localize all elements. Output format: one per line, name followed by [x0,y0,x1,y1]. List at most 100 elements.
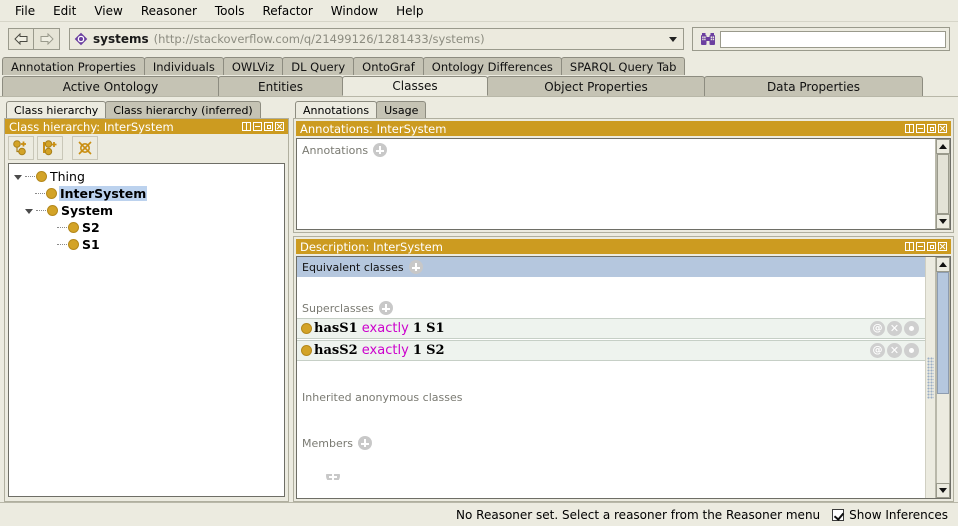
tab-entities[interactable]: Entities [218,76,343,96]
add-annotation-button[interactable] [373,143,388,157]
close-icon[interactable] [938,242,947,251]
add-subclass-button[interactable] [8,136,34,160]
show-inferences-toggle[interactable]: Show Inferences [832,508,948,522]
minimize-icon[interactable] [253,122,262,131]
tree-line [35,193,45,194]
split-window-icon[interactable] [905,242,914,251]
tree-node-system[interactable]: System [14,202,284,219]
close-icon[interactable] [275,122,284,131]
scroll-track[interactable] [936,272,950,483]
close-icon[interactable] [938,124,947,133]
tab-data-properties[interactable]: Data Properties [704,76,923,96]
scroll-thumb[interactable] [937,272,949,395]
main-content: Class hierarchy Class hierarchy (inferre… [0,96,958,502]
edit-icon[interactable] [904,343,919,358]
maximize-icon[interactable] [264,122,273,131]
section-partial-cutoff[interactable] [297,474,925,480]
section-superclasses[interactable]: Superclasses [297,297,925,317]
tab-sparql-query-tab[interactable]: SPARQL Query Tab [560,57,686,75]
menu-item-file[interactable]: File [6,2,44,20]
annotate-icon[interactable]: @ [870,321,885,336]
chevron-down-icon[interactable] [669,36,677,42]
delete-icon[interactable]: ✕ [887,321,902,336]
search-input[interactable] [720,30,946,48]
tab-ontology-differences[interactable]: Ontology Differences [422,57,562,75]
tab-usage[interactable]: Usage [376,101,427,118]
tab-individuals[interactable]: Individuals [143,57,224,75]
maximize-icon[interactable] [927,124,936,133]
expand-twisty-icon[interactable] [14,172,24,182]
add-sibling-class-button[interactable] [37,136,63,160]
tree-line [25,176,35,177]
annotate-icon[interactable]: @ [870,343,885,358]
superclass-row[interactable]: hasS2 exactly 1 S2 @ ✕ [297,340,925,361]
split-window-icon[interactable] [242,122,251,131]
class-hierarchy-tab-row: Class hierarchy Class hierarchy (inferre… [4,100,289,118]
tab-dl-query[interactable]: DL Query [282,57,355,75]
class-tree[interactable]: Thing InterSystem System S2 S1 [8,163,285,497]
menu-item-tools[interactable]: Tools [206,2,254,20]
superclass-row[interactable]: hasS1 exactly 1 S1 @ ✕ [297,318,925,339]
restriction-filler: S2 [426,343,445,358]
add-superclass-button[interactable] [378,301,393,315]
section-inherited-anonymous-classes[interactable]: Inherited anonymous classes [297,387,925,406]
ontology-icon [74,32,88,46]
scroll-track[interactable] [936,154,950,214]
tab-class-hierarchy[interactable]: Class hierarchy [6,101,107,118]
menu-item-view[interactable]: View [85,2,131,20]
scroll-up-button[interactable] [936,139,950,154]
restriction-cardinality: 1 [412,321,422,336]
tree-node-s2[interactable]: S2 [14,219,284,236]
restriction-keyword: exactly [361,321,409,336]
add-equivalent-class-button[interactable] [408,260,423,274]
tab-class-hierarchy-inferred[interactable]: Class hierarchy (inferred) [105,101,261,118]
description-scrollbar[interactable] [935,257,950,498]
search-box [692,27,950,51]
annotations-scrollbar[interactable] [935,139,950,229]
scroll-up-button[interactable] [936,257,950,272]
scroll-thumb[interactable] [937,154,949,214]
expand-twisty-icon[interactable] [25,206,35,216]
add-member-button[interactable] [357,436,372,450]
forward-button[interactable] [34,28,60,50]
resize-grip[interactable] [925,257,935,498]
minimize-icon[interactable] [916,242,925,251]
ontology-address-bar[interactable]: systems (http://stackoverflow.com/q/2149… [69,28,684,50]
menu-item-edit[interactable]: Edit [44,2,85,20]
scroll-down-button[interactable] [936,214,950,229]
tab-object-properties[interactable]: Object Properties [487,76,705,96]
tree-node-thing[interactable]: Thing [14,168,284,185]
class-hierarchy-title-bar: Class hierarchy: InterSystem [5,119,288,134]
section-label: Inherited anonymous classes [302,391,463,404]
tab-owlviz[interactable]: OWLViz [222,57,284,75]
menu-item-refactor[interactable]: Refactor [253,2,321,20]
minimize-icon[interactable] [916,124,925,133]
row-actions: @ ✕ [870,343,921,358]
description-content: Equivalent classes Superclasses hasS1 ex… [296,256,951,499]
show-inferences-checkbox[interactable] [832,508,845,521]
description-list[interactable]: Equivalent classes Superclasses hasS1 ex… [297,257,925,498]
add-button[interactable] [326,474,340,480]
tab-ontograf[interactable]: OntoGraf [353,57,424,75]
annotations-list[interactable]: Annotations [297,139,935,229]
back-button[interactable] [8,28,34,50]
maximize-icon[interactable] [927,242,936,251]
edit-icon[interactable] [904,321,919,336]
tab-annotation-properties[interactable]: Annotation Properties [2,57,145,75]
section-equivalent-classes[interactable]: Equivalent classes [297,257,925,277]
tree-node-intersystem[interactable]: InterSystem [14,185,284,202]
menu-item-window[interactable]: Window [322,2,387,20]
tree-node-label: S1 [82,237,100,252]
delete-icon[interactable]: ✕ [887,343,902,358]
tab-classes[interactable]: Classes [342,76,488,96]
section-members[interactable]: Members [297,432,925,452]
tree-node-s1[interactable]: S1 [14,236,284,253]
scroll-down-button[interactable] [936,483,950,498]
split-window-icon[interactable] [905,124,914,133]
tab-annotations[interactable]: Annotations [295,101,378,118]
menu-item-reasoner[interactable]: Reasoner [132,2,206,20]
tab-active-ontology[interactable]: Active Ontology [2,76,219,96]
delete-class-button[interactable] [72,136,98,160]
back-arrow-icon [13,33,27,45]
menu-item-help[interactable]: Help [387,2,432,20]
